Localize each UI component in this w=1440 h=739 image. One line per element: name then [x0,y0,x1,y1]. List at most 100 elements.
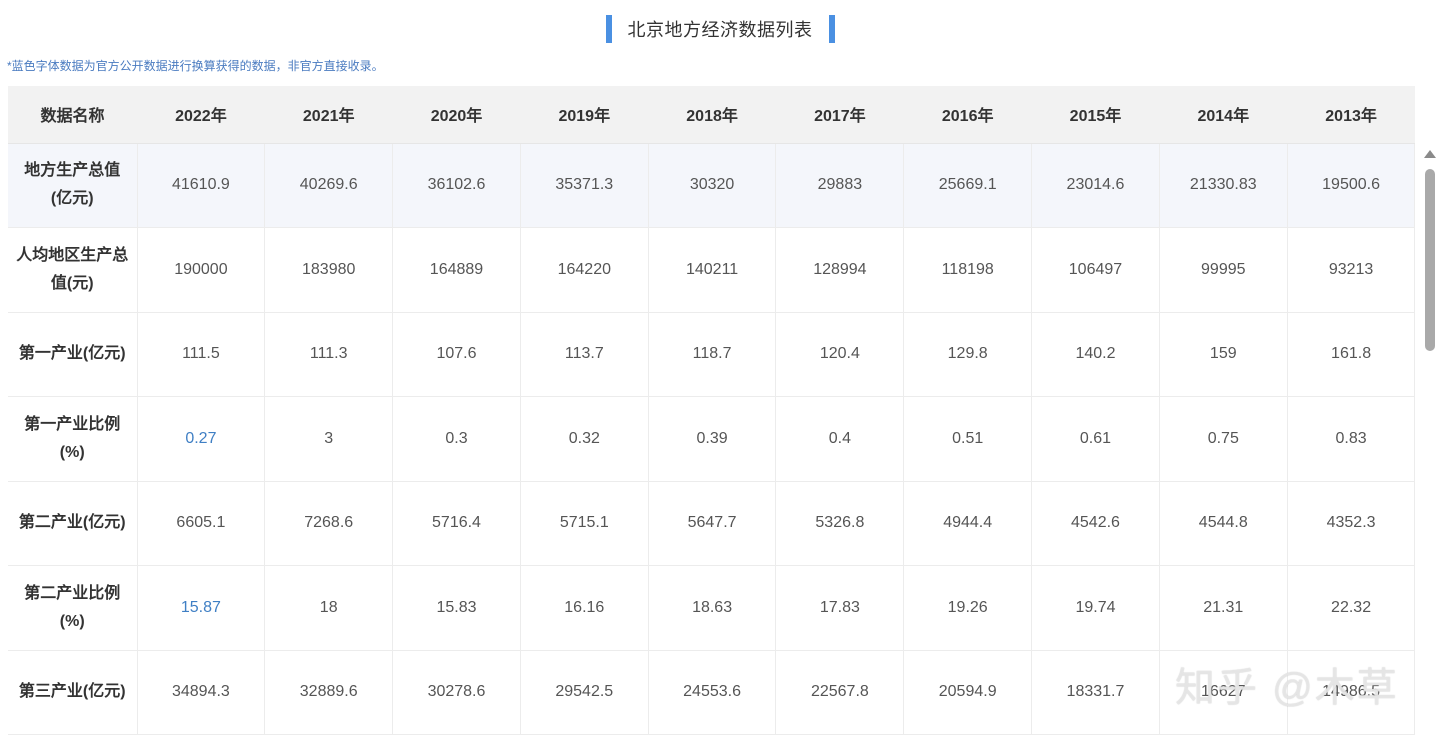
table-cell: 29883 [775,143,905,228]
table-cell: 164889 [392,227,521,313]
table-cell: 118.7 [648,312,777,397]
table-cell: 113.7 [520,312,649,397]
table-cell: 183980 [264,227,394,313]
table-cell: 118198 [903,227,1033,313]
table-cell: 35371.3 [520,143,649,228]
table-cell: 140.2 [1031,312,1160,397]
table-cell: 18331.7 [1031,650,1160,735]
column-header: 2014年 [1159,86,1288,144]
title-right-marker [828,15,835,43]
table-cell: 4944.4 [903,481,1033,566]
row-label: 第一产业比例(%) [8,396,138,482]
table-cell: 16.16 [520,565,649,651]
table-cell: 5716.4 [392,481,521,566]
table-cell: 5326.8 [775,481,905,566]
column-header: 2013年 [1287,86,1415,144]
table-row: 第二产业(亿元) 6605.1 7268.6 5716.4 5715.1 5647.7 53… [8,481,1416,566]
table-cell: 18 [264,565,394,651]
table-cell: 0.75 [1159,396,1288,482]
table-cell: 30278.6 [392,650,521,735]
page-title-bar: 北京地方经济数据列表 [0,14,1440,44]
table-cell: 34894.3 [137,650,266,735]
table-cell: 24553.6 [648,650,777,735]
table-cell: 6605.1 [137,481,266,566]
table-cell: 3 [264,396,394,482]
table-cell: 17.83 [775,565,905,651]
table-cell: 15.87 [137,565,266,651]
table-cell: 40269.6 [264,143,394,228]
table-cell: 21330.83 [1159,143,1288,228]
scrollbar-thumb[interactable] [1425,169,1435,351]
table-cell: 111.3 [264,312,394,397]
table-cell: 93213 [1287,227,1416,313]
table-cell: 161.8 [1287,312,1416,397]
table-cell: 5715.1 [520,481,649,566]
table-cell: 7268.6 [264,481,394,566]
row-label: 地方生产总值(亿元) [8,143,138,228]
data-table-container[interactable]: 数据名称 2022年 2021年 2020年 2019年 2018年 2017年… [8,86,1440,739]
table-cell: 15.83 [392,565,521,651]
column-header: 2017年 [775,86,904,144]
table-cell: 0.39 [648,396,777,482]
column-header: 2020年 [392,86,521,144]
table-cell: 23014.6 [1031,143,1160,228]
table-cell: 190000 [137,227,266,313]
table-row: 地方生产总值(亿元) 41610.9 40269.6 36102.6 35371.3 30… [8,143,1416,228]
table-cell: 164220 [520,227,649,313]
table-row: 第一产业比例(%) 0.27 3 0.3 0.32 0.39 0.4 0.51 0.61 0.75… [8,396,1416,482]
table-header-row: 数据名称 2022年 2021年 2020年 2019年 2018年 2017年… [8,86,1415,144]
table-cell: 5647.7 [648,481,777,566]
table-cell: 21.31 [1159,565,1288,651]
watermark: 知乎 @木草 [1175,666,1399,710]
table-cell: 0.32 [520,396,649,482]
title-left-marker [605,15,612,43]
column-header: 2022年 [137,86,265,144]
table-cell: 19.74 [1031,565,1160,651]
table-cell: 36102.6 [392,143,521,228]
table-cell: 20594.9 [903,650,1033,735]
table-cell: 0.27 [137,396,266,482]
table-cell: 120.4 [775,312,905,397]
table-cell: 0.51 [903,396,1033,482]
table-cell: 106497 [1031,227,1160,313]
table-cell: 4352.3 [1287,481,1416,566]
column-header: 2021年 [264,86,393,144]
table-cell: 99995 [1159,227,1288,313]
table-row: 第一产业(亿元) 111.5 111.3 107.6 113.7 118.7 120.4 12… [8,312,1416,397]
table-cell: 29542.5 [520,650,649,735]
table-cell: 32889.6 [264,650,394,735]
column-header: 2019年 [520,86,649,144]
scroll-up-arrow-icon[interactable] [1424,150,1436,158]
table-cell: 22.32 [1287,565,1416,651]
table-cell: 0.83 [1287,396,1416,482]
row-label: 第一产业(亿元) [8,312,138,397]
table-cell: 107.6 [392,312,521,397]
table-cell: 140211 [648,227,777,313]
row-label: 人均地区生产总值(元) [8,227,138,313]
table-cell: 111.5 [137,312,266,397]
data-note: *蓝色字体数据为官方公开数据进行换算获得的数据，非官方直接收录。 [7,59,384,73]
table-cell: 18.63 [648,565,777,651]
table-row: 第二产业比例(%) 15.87 18 15.83 16.16 18.63 17.83 19.2… [8,565,1416,651]
column-header: 2016年 [903,86,1032,144]
table-cell: 41610.9 [137,143,266,228]
table-row: 人均地区生产总值(元) 190000 183980 164889 164220 14021… [8,227,1416,313]
table-cell: 159 [1159,312,1288,397]
table-cell: 25669.1 [903,143,1033,228]
table-cell: 22567.8 [775,650,905,735]
table-cell: 0.4 [775,396,905,482]
table-cell: 0.61 [1031,396,1160,482]
row-label: 第三产业(亿元) [8,650,138,735]
vertical-scrollbar[interactable] [1423,143,1437,739]
table-cell: 19.26 [903,565,1033,651]
column-header: 2015年 [1031,86,1160,144]
row-label: 第二产业比例(%) [8,565,138,651]
table-cell: 4542.6 [1031,481,1160,566]
table-cell: 128994 [775,227,905,313]
row-label: 第二产业(亿元) [8,481,138,566]
table-cell: 19500.6 [1287,143,1416,228]
table-cell: 129.8 [903,312,1033,397]
page-title: 北京地方经济数据列表 [627,20,813,40]
column-header: 2018年 [648,86,776,144]
table-cell: 30320 [648,143,777,228]
